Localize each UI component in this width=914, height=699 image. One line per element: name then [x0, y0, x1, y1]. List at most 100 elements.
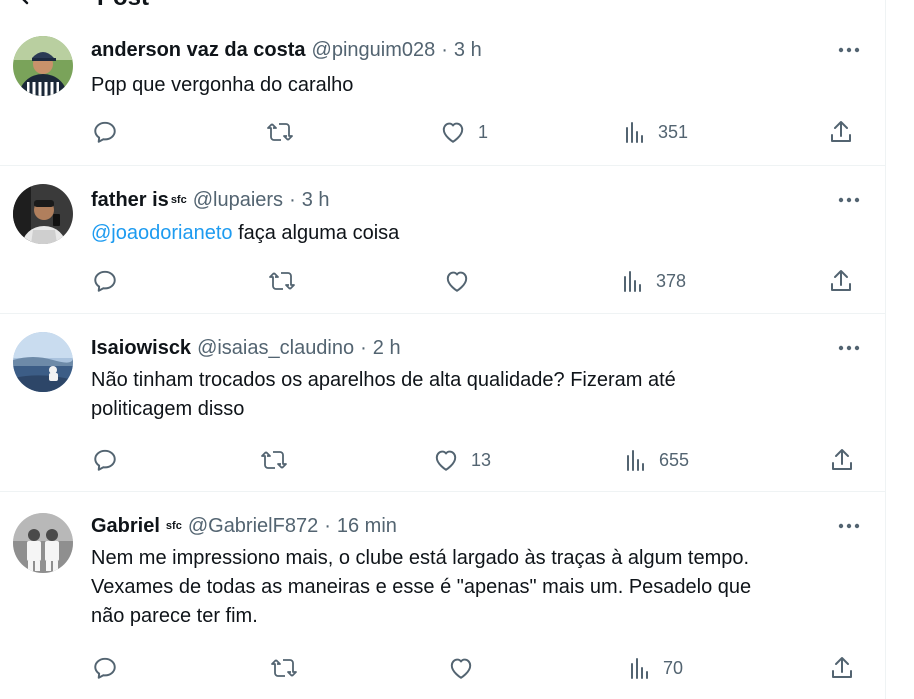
post-body-line: Nem me impressiono mais, o clube está la… [91, 547, 750, 569]
reply-bubble-icon [92, 119, 118, 145]
avatar[interactable] [13, 36, 73, 96]
more-button[interactable] [834, 338, 864, 358]
post[interactable]: Isaiowisck @isaias_claudino · 2 h Não ti… [0, 314, 886, 492]
author-handle[interactable]: @lupaiers [193, 189, 283, 212]
views-button[interactable]: 378 [622, 266, 686, 296]
heart-icon [448, 656, 474, 680]
reply-button[interactable] [92, 266, 118, 296]
share-button[interactable] [830, 445, 854, 475]
avatar[interactable] [13, 184, 73, 244]
views-button[interactable]: 655 [625, 445, 689, 475]
affiliation-badge: sfc [170, 194, 187, 206]
share-button[interactable] [829, 266, 853, 296]
author-handle[interactable]: @pinguim028 [312, 39, 436, 62]
like-count: 1 [478, 121, 489, 142]
timeline-column: Post anderson vaz da costa @pingui [0, 0, 886, 699]
views-bars-icon [624, 120, 646, 144]
views-button[interactable]: 351 [624, 117, 688, 147]
author-name[interactable]: Isaiowisck [91, 337, 191, 360]
post-header: anderson vaz da costa @pinguim028 · 3 h [91, 37, 482, 63]
page: Post anderson vaz da costa @pingui [0, 0, 914, 699]
reply-bubble-icon [92, 655, 118, 681]
post-body-line: politicagem disso [91, 398, 245, 420]
share-button[interactable] [829, 117, 853, 147]
more-button[interactable] [834, 190, 864, 210]
post-text: Pqp que vergonha do caralho [91, 71, 871, 100]
separator-dot: · [324, 514, 331, 537]
post-body-line: Não tinham trocados os aparelhos de alta… [91, 369, 676, 391]
more-horizontal-icon [838, 345, 860, 351]
post-body-line: não parece ter fim. [91, 605, 258, 627]
post[interactable]: father is sfc @lupaiers · 3 h @joaodoria… [0, 166, 886, 314]
reply-button[interactable] [92, 445, 118, 475]
top-bar: Post [0, 0, 886, 14]
affiliation-badge: sfc [165, 520, 182, 532]
post-text: Não tinham trocados os aparelhos de alta… [91, 366, 871, 424]
post-body: Pqp que vergonha do caralho [91, 74, 354, 96]
repost-icon [260, 447, 288, 473]
post-actions: 13 655 [0, 445, 886, 475]
post-time[interactable]: 3 h [302, 189, 330, 212]
repost-button[interactable] [266, 117, 294, 147]
more-horizontal-icon [838, 197, 860, 203]
heart-icon [444, 269, 470, 293]
post[interactable]: Gabriel sfc @GabrielF872 · 16 min Nem me… [0, 492, 886, 699]
like-button[interactable]: 1 [440, 117, 488, 147]
repost-icon [266, 119, 294, 145]
views-bars-icon [622, 269, 644, 293]
reply-bubble-icon [92, 447, 118, 473]
post-actions: 378 [0, 266, 886, 296]
repost-icon [270, 655, 298, 681]
repost-button[interactable] [270, 653, 298, 683]
reply-button[interactable] [92, 653, 118, 683]
share-icon [829, 119, 853, 145]
more-horizontal-icon [838, 47, 860, 53]
views-bars-icon [629, 656, 651, 680]
author-name[interactable]: father is [91, 189, 169, 212]
post-text: @joaodorianeto faça alguma coisa [91, 219, 871, 248]
share-icon [830, 447, 854, 473]
author-name[interactable]: anderson vaz da costa [91, 39, 306, 62]
author-name[interactable]: Gabriel [91, 515, 160, 538]
more-button[interactable] [834, 516, 864, 536]
post[interactable]: anderson vaz da costa @pinguim028 · 3 h … [0, 18, 886, 166]
post-time[interactable]: 3 h [454, 39, 482, 62]
share-icon [830, 655, 854, 681]
views-count: 378 [656, 270, 687, 291]
repost-button[interactable] [260, 445, 288, 475]
share-icon [829, 268, 853, 294]
post-header: Isaiowisck @isaias_claudino · 2 h [91, 335, 401, 361]
mention-link[interactable]: @joaodorianeto [91, 222, 233, 244]
reply-bubble-icon [92, 268, 118, 294]
back-arrow-icon[interactable] [16, 0, 42, 6]
post-body-line: Vexames de todas as maneiras e esse é "a… [91, 576, 752, 598]
separator-dot: · [289, 188, 296, 211]
like-count: 13 [471, 449, 492, 470]
separator-dot: · [360, 336, 367, 359]
author-handle[interactable]: @isaias_claudino [197, 337, 354, 360]
like-button[interactable]: 13 [433, 445, 491, 475]
like-button[interactable] [444, 266, 470, 296]
views-button[interactable]: 70 [629, 653, 683, 683]
views-count: 351 [658, 121, 689, 142]
reply-button[interactable] [92, 117, 118, 147]
post-time[interactable]: 2 h [373, 337, 401, 360]
post-header: father is sfc @lupaiers · 3 h [91, 187, 330, 213]
post-time[interactable]: 16 min [337, 515, 397, 538]
avatar[interactable] [13, 332, 73, 392]
repost-icon [268, 268, 296, 294]
page-title: Post [97, 0, 149, 12]
author-handle[interactable]: @GabrielF872 [188, 515, 318, 538]
like-button[interactable] [448, 653, 474, 683]
views-bars-icon [625, 448, 647, 472]
share-button[interactable] [830, 653, 854, 683]
post-header: Gabriel sfc @GabrielF872 · 16 min [91, 513, 397, 539]
more-button[interactable] [834, 40, 864, 60]
more-horizontal-icon [838, 523, 860, 529]
post-text: Nem me impressiono mais, o clube está la… [91, 544, 871, 631]
avatar[interactable] [13, 513, 73, 573]
post-actions: 70 [0, 653, 886, 683]
repost-button[interactable] [268, 266, 296, 296]
heart-icon [440, 120, 466, 144]
post-body: faça alguma coisa [232, 222, 400, 244]
